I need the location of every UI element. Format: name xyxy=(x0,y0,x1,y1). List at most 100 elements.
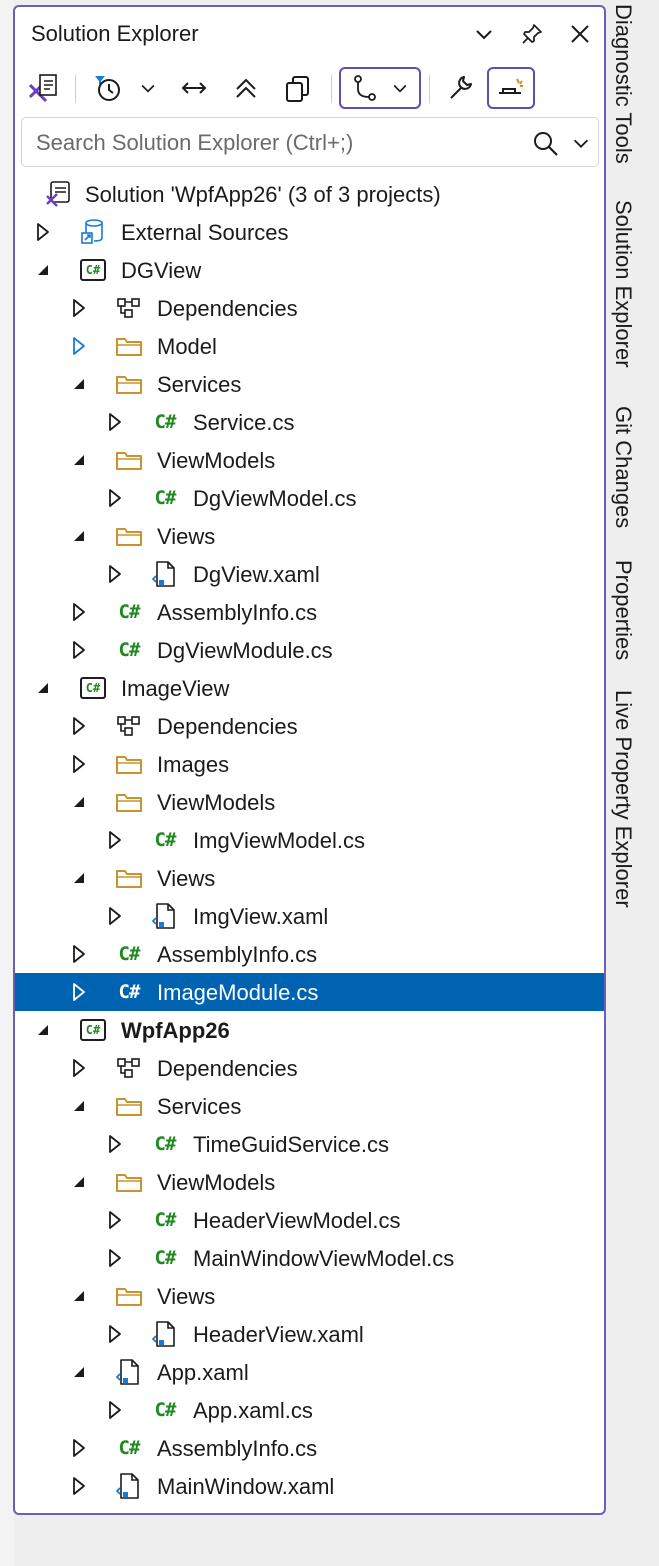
tab-diagnostic-tools[interactable]: Diagnostic Tools xyxy=(608,4,638,184)
tree-item[interactable]: C# TimeGuidService.cs xyxy=(15,1125,604,1163)
expanded-arrow-icon[interactable] xyxy=(69,1285,89,1307)
tab-solution-explorer[interactable]: Solution Explorer xyxy=(608,200,638,390)
collapsed-arrow-icon[interactable] xyxy=(69,753,89,775)
expanded-arrow-icon[interactable] xyxy=(69,449,89,471)
tree-item[interactable]: C# MainWindowViewModel.cs xyxy=(15,1239,604,1277)
tree-item[interactable]: C# AssemblyInfo.cs xyxy=(15,935,604,973)
tree-item[interactable]: C# ImageView xyxy=(15,669,604,707)
tree-item[interactable]: Dependencies xyxy=(15,289,604,327)
sync-with-active-document-button[interactable] xyxy=(177,67,211,109)
tree-item[interactable]: Model xyxy=(15,327,604,365)
collapsed-arrow-icon[interactable] xyxy=(69,943,89,965)
tree-item[interactable]: Views xyxy=(15,517,604,555)
tree-item[interactable]: Views xyxy=(15,1277,604,1315)
tab-git-changes[interactable]: Git Changes xyxy=(608,406,638,546)
tree-item[interactable]: Dependencies xyxy=(15,1049,604,1087)
collapsed-arrow-icon[interactable] xyxy=(105,563,125,585)
collapsed-arrow-icon[interactable] xyxy=(69,1437,89,1459)
collapsed-arrow-icon[interactable] xyxy=(105,1323,125,1345)
tree-item-label: AssemblyInfo.cs xyxy=(157,1436,318,1461)
tree-item[interactable]: Solution 'WpfApp26' (3 of 3 projects) xyxy=(15,175,604,213)
tab-live-property-explorer[interactable]: Live Property Explorer xyxy=(608,690,638,930)
tree-item[interactable]: C# DGView xyxy=(15,251,604,289)
tree-item[interactable]: C# AssemblyInfo.cs xyxy=(15,593,604,631)
tree-item[interactable]: Images xyxy=(15,745,604,783)
collapsed-arrow-icon[interactable] xyxy=(69,601,89,623)
tree-item[interactable]: ViewModels xyxy=(15,783,604,821)
search-button[interactable] xyxy=(532,130,560,158)
window-position-dropdown-button[interactable] xyxy=(467,17,501,51)
expanded-arrow-icon[interactable] xyxy=(69,373,89,395)
collapsed-arrow-icon[interactable] xyxy=(33,221,53,243)
collapsed-arrow-icon[interactable] xyxy=(69,639,89,661)
tree-item[interactable]: Dependencies xyxy=(15,707,604,745)
search-input[interactable] xyxy=(36,128,506,158)
collapsed-arrow-icon[interactable] xyxy=(69,1057,89,1079)
collapsed-arrow-icon[interactable] xyxy=(105,1133,125,1155)
tree-item[interactable]: App.xaml xyxy=(15,1353,604,1391)
collapsed-arrow-icon[interactable] xyxy=(69,981,89,1003)
tree-item[interactable]: C# App.xaml.cs xyxy=(15,1391,604,1429)
tree-item[interactable]: ImgView.xaml xyxy=(15,897,604,935)
collapsed-arrow-icon[interactable] xyxy=(69,1475,89,1497)
tree-item[interactable]: Views xyxy=(15,859,604,897)
tree-item[interactable]: Services xyxy=(15,365,604,403)
collapsed-arrow-icon[interactable] xyxy=(105,411,125,433)
expanded-arrow-icon[interactable] xyxy=(33,1019,53,1041)
expanded-arrow-icon[interactable] xyxy=(69,791,89,813)
panel-title-bar: Solution Explorer xyxy=(15,7,604,61)
git-view-toggle-button[interactable] xyxy=(339,67,421,109)
tree-item[interactable]: C# ImgViewModel.cs xyxy=(15,821,604,859)
tree-item[interactable]: C# AssemblyInfo.cs xyxy=(15,1429,604,1467)
preview-selected-items-button[interactable] xyxy=(487,67,535,109)
collapsed-arrow-icon[interactable] xyxy=(105,905,125,927)
tree-item-label: Services xyxy=(157,372,242,397)
toolbar-separator xyxy=(429,75,430,103)
tree-item[interactable]: External Sources xyxy=(15,213,604,251)
collapsed-arrow-icon[interactable] xyxy=(69,715,89,737)
tree-item[interactable]: Services xyxy=(15,1087,604,1125)
expanded-arrow-icon[interactable] xyxy=(69,867,89,889)
collapsed-arrow-icon[interactable] xyxy=(105,1247,125,1269)
tree-item[interactable]: C# ImageModule.cs xyxy=(15,973,604,1011)
tree-item[interactable]: C# Service.cs xyxy=(15,403,604,441)
tree-item-label: HeaderViewModel.cs xyxy=(193,1208,401,1233)
expanded-arrow-icon[interactable] xyxy=(33,259,53,281)
expanded-arrow-icon[interactable] xyxy=(69,1171,89,1193)
sync-arrows-icon xyxy=(181,82,207,94)
tree-item[interactable]: C# DgViewModule.cs xyxy=(15,631,604,669)
collapsed-arrow-icon[interactable] xyxy=(105,1209,125,1231)
pending-changes-filter-button[interactable] xyxy=(91,67,125,109)
collapsed-arrow-icon[interactable] xyxy=(105,829,125,851)
search-box[interactable] xyxy=(21,117,599,167)
tree-item[interactable]: ViewModels xyxy=(15,1163,604,1201)
csharp-file-icon: C# xyxy=(154,1133,177,1155)
tab-properties[interactable]: Properties xyxy=(608,560,638,680)
tree-item[interactable]: C# DgViewModel.cs xyxy=(15,479,604,517)
switch-views-button[interactable] xyxy=(25,67,61,109)
collapsed-arrow-icon[interactable] xyxy=(69,297,89,319)
tree-item[interactable]: C# HeaderViewModel.cs xyxy=(15,1201,604,1239)
collapsed-arrow-icon[interactable] xyxy=(69,335,89,357)
show-all-files-button[interactable] xyxy=(281,67,315,109)
csharp-file-icon: C# xyxy=(118,601,141,623)
tree-item[interactable]: MainWindow.xaml xyxy=(15,1467,604,1505)
expanded-arrow-icon[interactable] xyxy=(69,1095,89,1117)
collapsed-arrow-icon[interactable] xyxy=(105,487,125,509)
chevron-down-icon xyxy=(476,30,492,40)
tree-item[interactable]: ViewModels xyxy=(15,441,604,479)
tree-item[interactable]: DgView.xaml xyxy=(15,555,604,593)
expanded-arrow-icon[interactable] xyxy=(69,1361,89,1383)
properties-button[interactable] xyxy=(443,67,477,109)
expanded-arrow-icon[interactable] xyxy=(69,525,89,547)
search-options-dropdown[interactable] xyxy=(570,132,592,154)
tree-item[interactable]: C# WpfApp26 xyxy=(15,1011,604,1049)
tree-item[interactable]: HeaderView.xaml xyxy=(15,1315,604,1353)
filter-dropdown-button[interactable] xyxy=(137,67,159,109)
collapsed-arrow-icon[interactable] xyxy=(105,1399,125,1421)
close-button[interactable] xyxy=(563,17,597,51)
pin-button[interactable] xyxy=(515,17,549,51)
tree-item-label: Views xyxy=(157,524,216,549)
collapse-all-button[interactable] xyxy=(229,67,263,109)
expanded-arrow-icon[interactable] xyxy=(33,677,53,699)
